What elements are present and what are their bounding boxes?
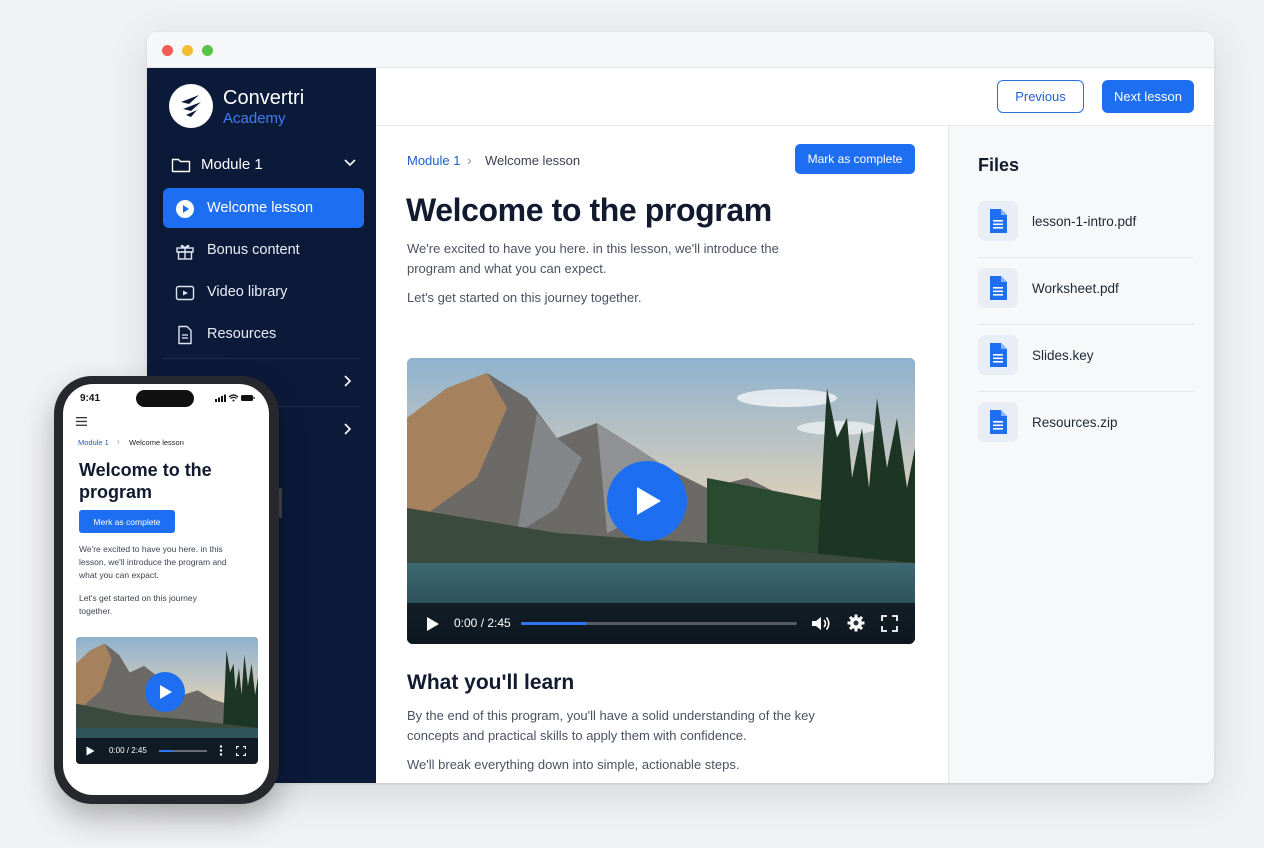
lesson-intro-2: Let's get started on this journey togeth… [79, 593, 197, 616]
file-name: lesson-1-intro.pdf [1032, 214, 1137, 229]
fullscreen-icon[interactable] [881, 615, 898, 632]
brand-logo-icon [169, 84, 213, 128]
video-controls: 0:00 / 2:45 [407, 603, 915, 644]
video-player[interactable]: 0:00 / 2:45 [407, 358, 915, 644]
video-icon [175, 285, 195, 301]
section-body: By the end of this program, you'll have … [407, 708, 815, 743]
section-body-2: We'll break everything down into simple,… [407, 757, 740, 772]
chevron-down-icon [344, 159, 356, 167]
lesson-content: Module 1 › Welcome lesson Mark as comple… [376, 126, 948, 783]
status-time: 9:41 [80, 393, 101, 404]
window-titlebar [147, 32, 1214, 68]
breadcrumb-current: Welcome lesson [485, 153, 581, 168]
lesson-intro: We're excited to have you here. in this … [407, 241, 779, 276]
lesson-intro: We're excited to have you here. in this … [79, 544, 227, 580]
brand-subtitle: Academy [223, 110, 286, 127]
sidebar-item-bonus-content[interactable]: Bonus content [163, 230, 364, 270]
play-circle-icon [176, 200, 194, 218]
play-icon [637, 487, 661, 515]
file-name: Slides.key [1032, 348, 1094, 363]
file-name: Resources.zip [1032, 415, 1118, 430]
phone-side-button [279, 488, 282, 518]
module-toggle[interactable]: Module 1 [171, 154, 357, 178]
sidebar-item-label: Video library [207, 284, 288, 300]
file-item[interactable]: Resources.zip [978, 392, 1194, 459]
video-progress-fill [159, 750, 174, 752]
breadcrumb-module-link[interactable]: Module 1 [407, 153, 460, 168]
mark-complete-button[interactable]: Merk as complete [79, 510, 175, 533]
volume-icon[interactable] [811, 615, 831, 632]
lms-window: Convertri Academy Module 1 Welcome lesso… [147, 32, 1214, 783]
file-icon [978, 335, 1018, 375]
play-video-button[interactable] [607, 461, 687, 541]
video-time: 0:00 / 2:45 [454, 616, 511, 630]
sidebar-item-video-library[interactable]: Video library [163, 272, 364, 312]
file-item[interactable]: lesson-1-intro.pdf [978, 191, 1194, 258]
file-icon [978, 201, 1018, 241]
phone-screen: 9:41 Module 1 › Welcome lesson Welcome t… [63, 384, 269, 795]
status-icons [215, 394, 255, 402]
folder-icon [171, 158, 191, 173]
sidebar-item-label: Bonus content [207, 242, 300, 258]
sidebar-item-resources[interactable]: Resources [163, 314, 364, 354]
file-icon [978, 402, 1018, 442]
file-name: Worksheet.pdf [1032, 281, 1119, 296]
sidebar-item-welcome-lesson[interactable]: Welcome lesson [163, 188, 364, 228]
play-icon[interactable] [86, 746, 95, 756]
sidebar-divider [163, 358, 359, 359]
previous-button[interactable]: Previous [997, 80, 1084, 113]
video-progress-bar[interactable] [521, 622, 797, 625]
mark-complete-button[interactable]: Mark as complete [795, 144, 915, 174]
lesson-topbar: Previous Next lesson [376, 68, 1214, 126]
gift-icon [176, 244, 194, 260]
lesson-intro-2: Let's get started on this journey togeth… [407, 290, 642, 305]
phone-mockup: 9:41 Module 1 › Welcome lesson Welcome t… [54, 376, 282, 804]
brand-name: Convertri [223, 87, 305, 109]
minimize-window-button[interactable] [182, 45, 193, 56]
file-icon [978, 268, 1018, 308]
sidebar-item-label: Welcome lesson [207, 200, 314, 216]
close-window-button[interactable] [162, 45, 173, 56]
maximize-window-button[interactable] [202, 45, 213, 56]
chevron-right-icon[interactable] [343, 422, 353, 436]
fullscreen-icon[interactable] [236, 746, 246, 756]
document-icon [178, 325, 192, 345]
hamburger-menu-icon[interactable] [76, 417, 87, 426]
video-progress-bar[interactable] [159, 750, 207, 752]
breadcrumb-current: Welcome lesson [129, 438, 184, 447]
play-icon [160, 685, 172, 699]
breadcrumb-module-link[interactable]: Module 1 [78, 438, 109, 447]
video-player[interactable]: 0:00 / 2:45 [76, 637, 258, 764]
page-title: Welcome to the program [79, 460, 212, 502]
video-progress-fill [521, 622, 588, 625]
files-panel: Files lesson-1-intro.pdf Worksheet.pdf S… [948, 126, 1214, 783]
files-title: Files [978, 155, 1020, 175]
dynamic-island [136, 390, 194, 407]
file-item[interactable]: Worksheet.pdf [978, 258, 1194, 325]
breadcrumb-separator: › [117, 437, 120, 446]
breadcrumb-separator: › [467, 152, 472, 168]
video-controls: 0:00 / 2:45 [76, 738, 258, 764]
next-lesson-button[interactable]: Next lesson [1102, 80, 1194, 113]
play-icon[interactable] [426, 616, 440, 632]
chevron-right-icon[interactable] [343, 374, 353, 388]
sidebar-item-label: Resources [207, 326, 277, 342]
file-item[interactable]: Slides.key [978, 325, 1194, 392]
video-time: 0:00 / 2:45 [109, 746, 147, 755]
page-title: Welcome to the program [406, 192, 772, 228]
section-title: What you'll learn [407, 671, 575, 694]
settings-gear-icon[interactable] [847, 614, 865, 632]
play-video-button[interactable] [145, 672, 185, 712]
module-label: Module 1 [201, 156, 263, 173]
more-options-icon[interactable] [219, 745, 223, 756]
